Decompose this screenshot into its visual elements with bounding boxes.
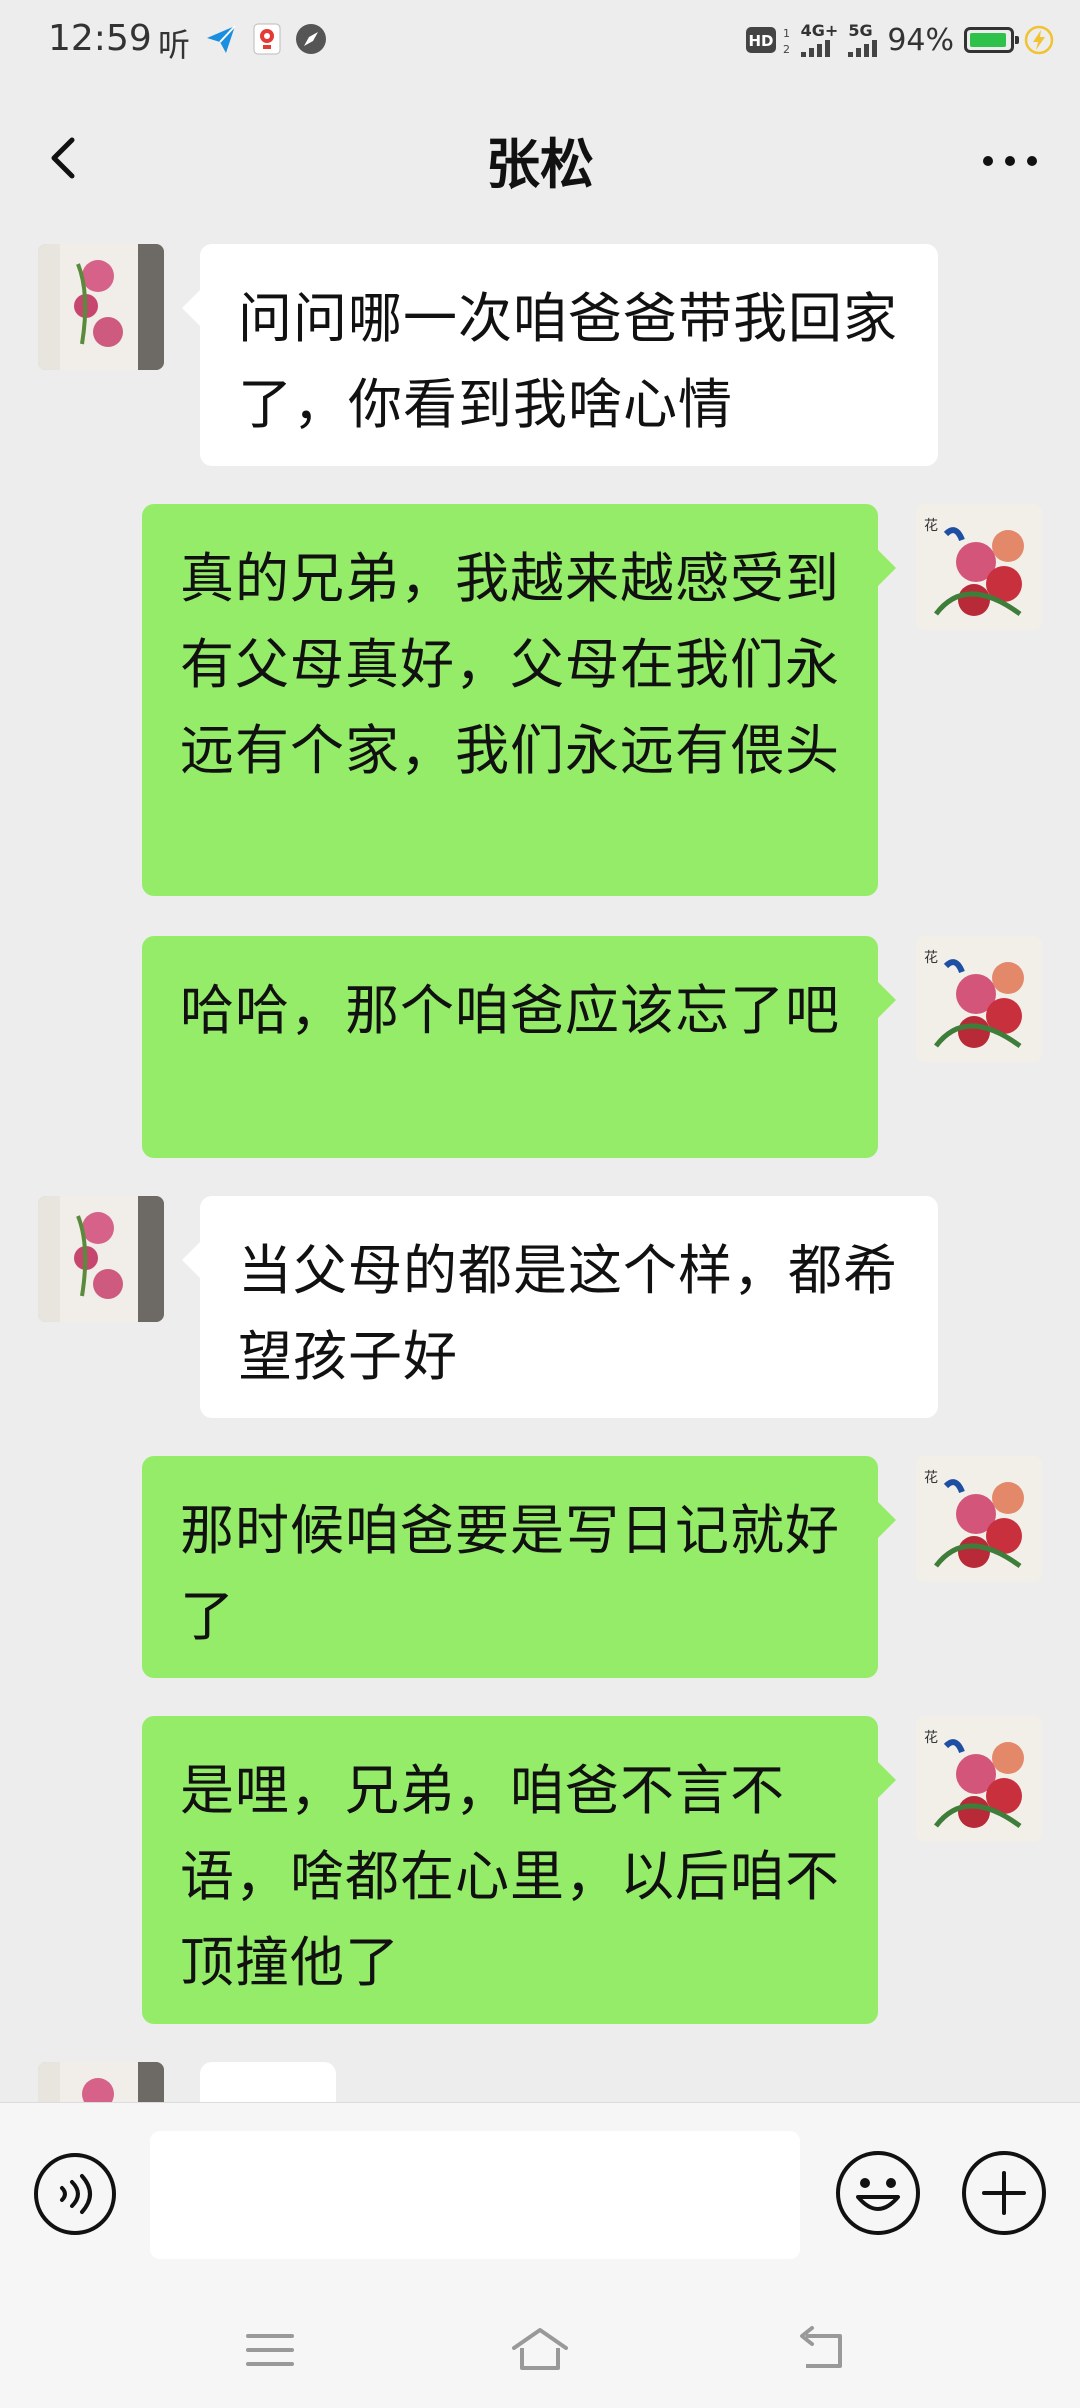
message-bubble[interactable]: 是哩，兄弟，咱爸不言不语，啥都在心里，以后咱不顶撞他了	[142, 1716, 896, 2024]
system-nav-bar	[0, 2290, 1080, 2408]
svg-text:1: 1	[783, 27, 790, 40]
ting-icon: 听	[158, 26, 191, 64]
svg-text:花: 花	[924, 950, 938, 966]
svg-text:花: 花	[924, 518, 938, 534]
message-bubble[interactable]: 当父母的都是这个样，都希望孩子好	[182, 1196, 938, 1418]
message-input[interactable]	[150, 2131, 800, 2259]
message-bubble[interactable]: 哈哈，那个咱爸应该忘了吧	[142, 936, 896, 1158]
plus-circle-icon[interactable]	[960, 2149, 1048, 2237]
chat-area[interactable]: 问问哪一次咱爸爸带我回家了，你看到我啥心情 真的兄弟，我越来越感受到有父母真好，…	[0, 238, 1080, 2102]
signal-bars-1-icon	[800, 39, 830, 57]
hd-label: HD	[748, 32, 773, 50]
charging-icon	[1024, 25, 1054, 55]
message-bubble[interactable]: 真的兄弟，我越来越感受到有父母真好，父母在我们永远有个家，我们永远有偎头	[142, 504, 896, 896]
chat-title: 张松	[486, 133, 594, 196]
net-label-1: 4G+	[800, 21, 839, 40]
chat-header: 张松	[0, 82, 1080, 238]
send-notification-icon	[207, 25, 236, 53]
status-bar: 12:59 听 HD 1 2 4G+ 5G 94%	[0, 0, 1080, 82]
voice-icon[interactable]	[32, 2151, 118, 2237]
signal-bars-2-icon	[848, 39, 878, 57]
my-avatar[interactable]: 花	[916, 1456, 1042, 1582]
status-right-group: HD 1 2 4G+ 5G 94%	[745, 18, 1054, 62]
contact-avatar[interactable]	[38, 244, 164, 370]
message-bubble[interactable]: 那时候咱爸要是写日记就好了	[142, 1456, 896, 1678]
more-dots-icon[interactable]	[970, 136, 1050, 186]
svg-text:花: 花	[924, 1470, 938, 1486]
battery-percent: 94%	[887, 22, 954, 58]
back-arrow-icon[interactable]	[790, 2318, 854, 2382]
svg-text:花: 花	[924, 1730, 938, 1746]
svg-text:2: 2	[783, 43, 790, 56]
hd-voice-icon: HD 1 2	[745, 27, 790, 56]
battery-icon	[964, 27, 1019, 53]
contact-avatar[interactable]	[38, 1196, 164, 1322]
battery-fill	[970, 33, 1006, 47]
net-label-2: 5G	[848, 21, 873, 40]
compass-app-icon	[296, 24, 326, 54]
contact-avatar[interactable]	[38, 2062, 164, 2102]
message-bubble[interactable]: 问问哪一次咱爸爸带我回家了，你看到我啥心情	[182, 244, 938, 466]
menu-icon[interactable]	[238, 2318, 302, 2382]
signal-1: 4G+	[800, 21, 839, 57]
status-time: 12:59	[48, 18, 152, 59]
my-avatar[interactable]: 花	[916, 504, 1042, 630]
message-bubble[interactable]	[200, 2062, 336, 2102]
my-avatar[interactable]: 花	[916, 936, 1042, 1062]
input-bar	[0, 2102, 1080, 2291]
my-avatar[interactable]: 花	[916, 1716, 1042, 1842]
home-icon[interactable]	[508, 2318, 572, 2382]
signal-2: 5G	[848, 21, 878, 57]
location-app-icon	[253, 23, 281, 55]
emoji-icon[interactable]	[834, 2149, 922, 2237]
